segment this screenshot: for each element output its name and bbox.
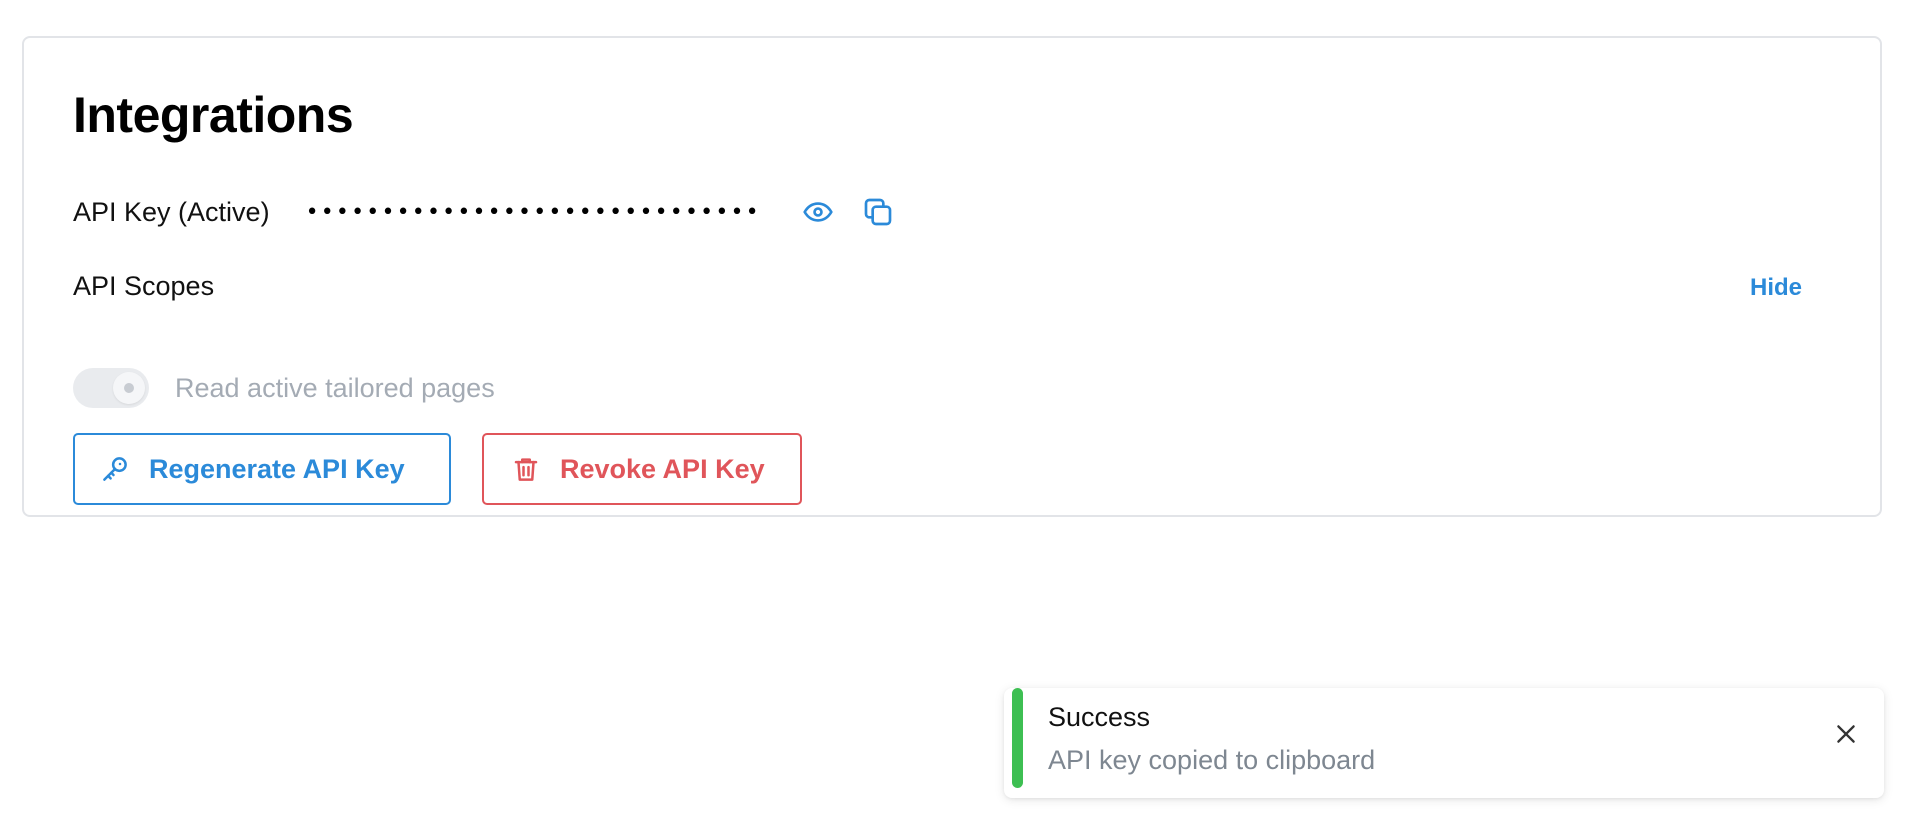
api-key-masked-value: •••••••••••••••••••••••••••••• — [305, 199, 761, 225]
api-key-row: API Key (Active) •••••••••••••••••••••••… — [73, 192, 895, 232]
api-key-label: API Key (Active) — [73, 196, 270, 227]
regenerate-api-key-label: Regenerate API Key — [149, 453, 405, 484]
revoke-api-key-button[interactable]: Revoke API Key — [482, 433, 802, 505]
scope-toggle-read-active-tailored-pages[interactable] — [73, 368, 149, 408]
api-scopes-label: API Scopes — [73, 271, 215, 301]
toast-status-bar — [1012, 688, 1023, 788]
success-toast: Success API key copied to clipboard — [1004, 688, 1884, 798]
copy-icon[interactable] — [861, 195, 895, 229]
hide-scopes-link[interactable]: Hide — [1750, 274, 1802, 302]
eye-icon[interactable] — [801, 195, 835, 229]
scope-item: Read active tailored pages — [73, 368, 495, 408]
trash-icon — [510, 453, 542, 485]
close-icon[interactable] — [1828, 716, 1864, 752]
regenerate-api-key-button[interactable]: Regenerate API Key — [73, 433, 451, 505]
toast-title: Success — [1048, 702, 1151, 732]
integrations-card: Integrations API Key (Active) ••••••••••… — [22, 36, 1882, 517]
toggle-knob — [113, 372, 145, 404]
page-title: Integrations — [73, 87, 354, 143]
revoke-api-key-label: Revoke API Key — [560, 453, 765, 484]
toast-message: API key copied to clipboard — [1048, 745, 1376, 775]
scope-label: Read active tailored pages — [175, 372, 495, 403]
toggle-dot — [124, 383, 134, 393]
key-icon — [99, 453, 131, 485]
